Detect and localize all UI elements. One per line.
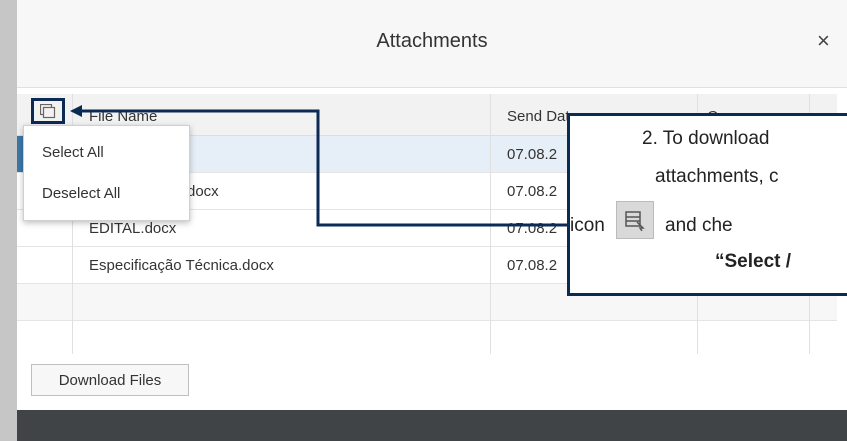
close-icon[interactable]: × [817,28,830,54]
menu-item-deselect-all[interactable]: Deselect All [42,185,120,202]
callout-line-3a: icon [570,215,605,236]
column-divider [490,94,491,354]
dialog-header: Attachments × [17,0,847,88]
instruction-callout: 2. To download attachments, c icon and c… [567,113,847,296]
list-select-icon [616,201,654,239]
multi-select-icon[interactable] [31,98,65,124]
menu-item-select-all[interactable]: Select All [42,144,104,161]
file-name-cell: EDITAL.docx [89,220,177,237]
callout-line-4: “Select / [715,251,792,272]
callout-line-1: 2. To download [642,128,770,149]
send-date-cell: 07.08.2 [507,183,558,200]
dialog-footer [17,410,847,441]
send-date-cell: 07.08.2 [507,257,558,274]
download-files-button[interactable]: Download Files [31,364,189,396]
select-menu: Select All Deselect All [23,125,190,221]
file-name-cell: docx [187,183,219,200]
dialog-title: Attachments [376,30,488,52]
file-name-cell: Especificação Técnica.docx [89,257,274,274]
callout-line-3b: and che [665,215,733,236]
send-date-cell: 07.08.2 [507,220,558,237]
send-date-cell: 07.08.2 [507,146,558,163]
callout-line-2: attachments, c [655,166,779,187]
column-header-file-name[interactable]: File Name [89,108,157,125]
